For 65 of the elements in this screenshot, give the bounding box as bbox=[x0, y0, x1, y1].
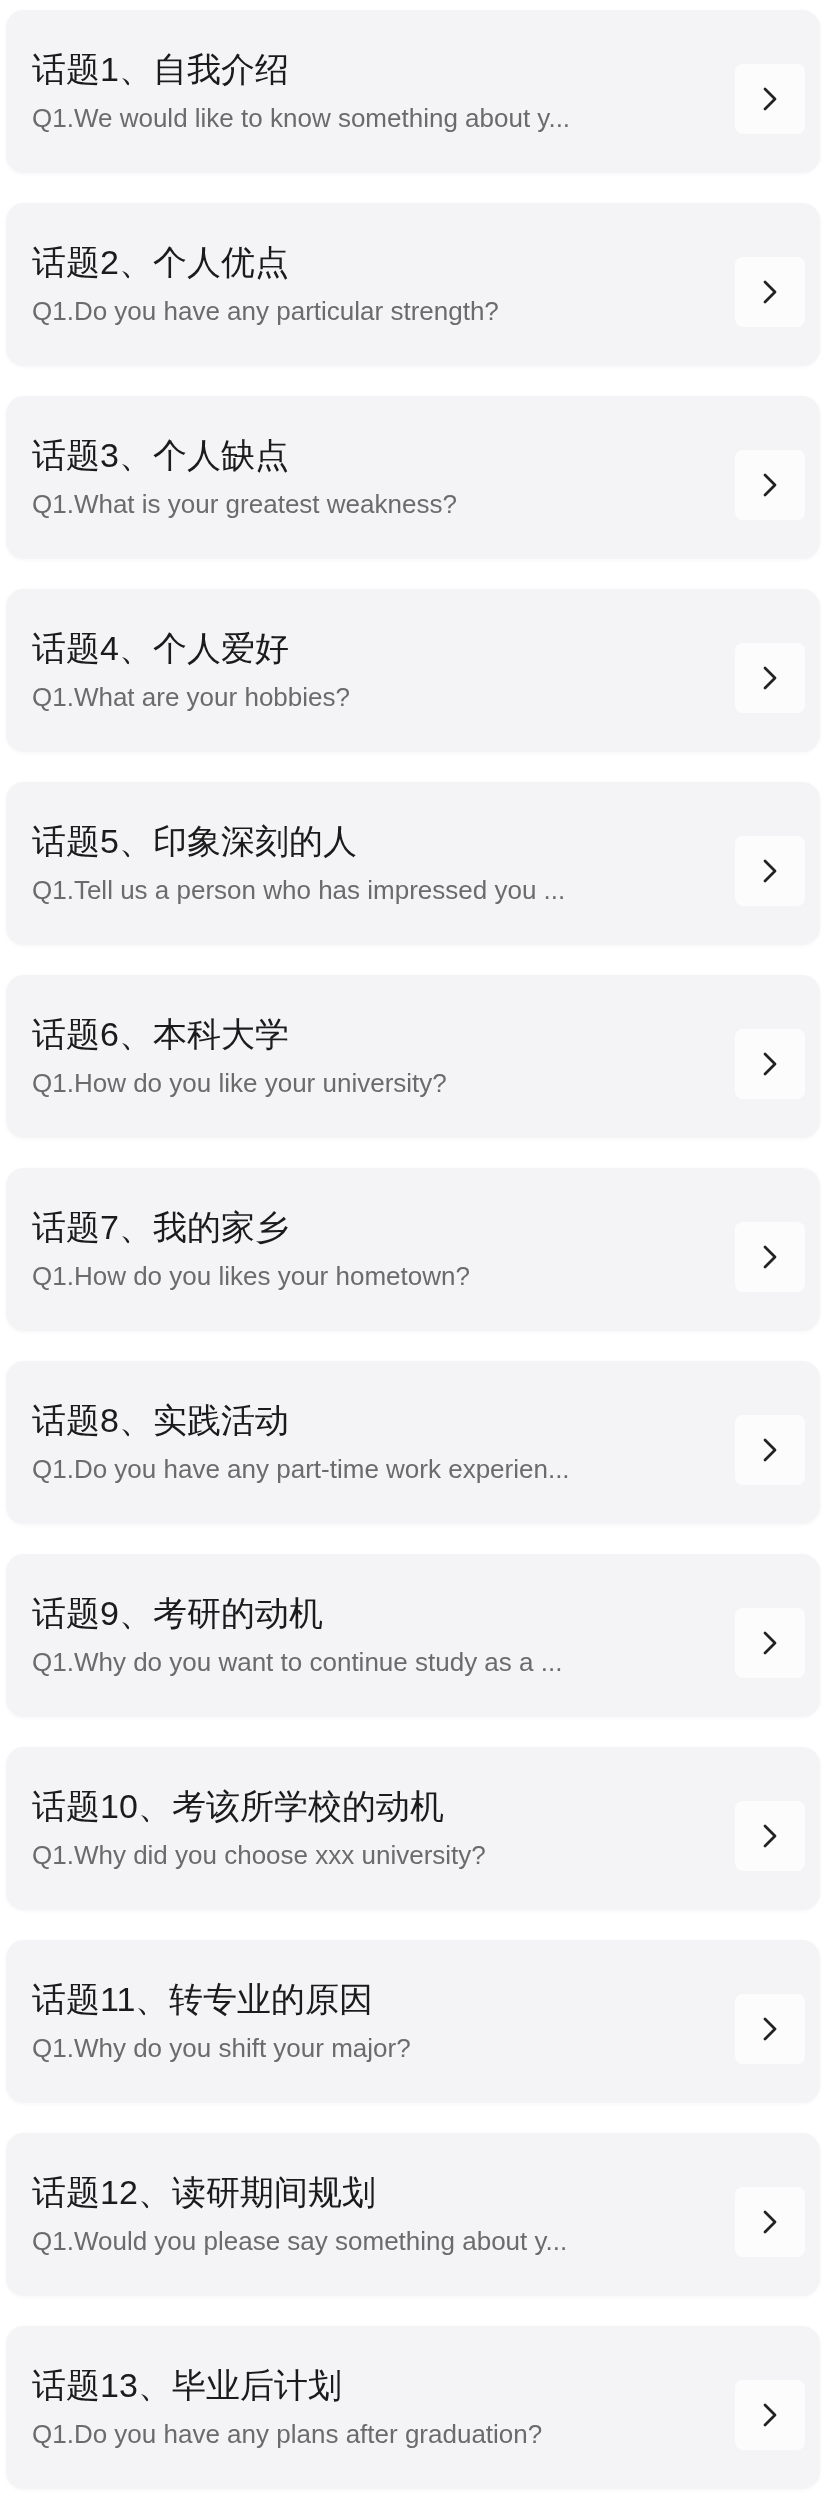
topic-title: 话题13、毕业后计划 bbox=[32, 2365, 343, 2404]
open-topic-button[interactable] bbox=[735, 449, 805, 520]
topic-card[interactable]: 话题2、个人优点 Q1.Do you have any particular strength? bbox=[6, 203, 820, 366]
chevron-right-icon bbox=[763, 1823, 777, 1848]
open-topic-button[interactable] bbox=[735, 1028, 805, 1099]
topic-title: 话题12、读研期间规划 bbox=[32, 2172, 377, 2211]
open-topic-button[interactable] bbox=[735, 256, 805, 327]
topic-question: Q1.What are your hobbies? bbox=[32, 680, 351, 713]
open-topic-button[interactable] bbox=[735, 1414, 805, 1485]
topic-title: 话题4、个人爱好 bbox=[32, 628, 290, 667]
topic-question: Q1.Do you have any particular strength? bbox=[32, 294, 500, 327]
chevron-right-icon bbox=[763, 1437, 777, 1462]
topic-card[interactable]: 话题3、个人缺点 Q1.What is your greatest weakness? bbox=[6, 396, 820, 559]
chevron-right-icon bbox=[763, 858, 777, 883]
chevron-right-icon bbox=[763, 86, 777, 111]
topic-question: Q1.Why do you want to continue study as a ... bbox=[32, 1645, 564, 1678]
topic-question: Q1.We would like to know something about y... bbox=[32, 101, 572, 134]
chevron-right-icon bbox=[763, 1244, 777, 1269]
chevron-right-icon bbox=[763, 472, 777, 497]
topic-title: 话题10、考该所学校的动机 bbox=[32, 1786, 445, 1825]
open-topic-button[interactable] bbox=[735, 1993, 805, 2064]
chevron-right-icon bbox=[763, 2016, 777, 2041]
open-topic-button[interactable] bbox=[735, 1221, 805, 1292]
chevron-right-icon bbox=[763, 665, 777, 690]
topic-title: 话题8、实践活动 bbox=[32, 1400, 290, 1439]
topic-question: Q1.Why did you choose xxx university? bbox=[32, 1838, 487, 1871]
topic-title: 话题9、考研的动机 bbox=[32, 1593, 324, 1632]
topic-title: 话题6、本科大学 bbox=[32, 1014, 290, 1053]
open-topic-button[interactable] bbox=[735, 2186, 805, 2257]
topic-card[interactable]: 话题5、印象深刻的人 Q1.Tell us a person who has impressed you ... bbox=[6, 782, 820, 945]
topic-title: 话题11、转专业的原因 bbox=[32, 1979, 375, 2018]
chevron-right-icon bbox=[763, 2209, 777, 2234]
topic-title: 话题7、我的家乡 bbox=[32, 1207, 290, 1246]
topic-card[interactable]: 话题1、自我介绍 Q1.We would like to know something about y... bbox=[6, 10, 820, 173]
chevron-right-icon bbox=[763, 1051, 777, 1076]
topic-card[interactable]: 话题6、本科大学 Q1.How do you like your university? bbox=[6, 975, 820, 1138]
topic-question: Q1.What is your greatest weakness? bbox=[32, 487, 458, 520]
topic-question: Q1.How do you likes your hometown? bbox=[32, 1259, 471, 1292]
topic-card[interactable]: 话题4、个人爱好 Q1.What are your hobbies? bbox=[6, 589, 820, 752]
topic-question: Q1.How do you like your university? bbox=[32, 1066, 448, 1099]
topic-title: 话题2、个人优点 bbox=[32, 242, 290, 281]
topic-title: 话题1、自我介绍 bbox=[32, 49, 290, 88]
open-topic-button[interactable] bbox=[735, 835, 805, 906]
topic-question: Q1.Do you have any part-time work experien... bbox=[32, 1452, 571, 1485]
topic-card[interactable]: 话题11、转专业的原因 Q1.Why do you shift your major? bbox=[6, 1940, 820, 2103]
topic-title: 话题3、个人缺点 bbox=[32, 435, 290, 474]
topic-question: Q1.Do you have any plans after graduation? bbox=[32, 2417, 544, 2450]
topic-question: Q1.Would you please say something about y... bbox=[32, 2224, 569, 2257]
topic-card[interactable]: 话题10、考该所学校的动机 Q1.Why did you choose xxx university? bbox=[6, 1747, 820, 1910]
open-topic-button[interactable] bbox=[735, 1607, 805, 1678]
chevron-right-icon bbox=[763, 279, 777, 304]
topic-question: Q1.Why do you shift your major? bbox=[32, 2031, 412, 2064]
topic-card[interactable]: 话题7、我的家乡 Q1.How do you likes your hometown? bbox=[6, 1168, 820, 1331]
topic-card[interactable]: 话题9、考研的动机 Q1.Why do you want to continue study as a ... bbox=[6, 1554, 820, 1717]
topic-card[interactable]: 话题13、毕业后计划 Q1.Do you have any plans after graduation? bbox=[6, 2326, 820, 2489]
chevron-right-icon bbox=[763, 1630, 777, 1655]
topic-card[interactable]: 话题12、读研期间规划 Q1.Would you please say something about y... bbox=[6, 2133, 820, 2296]
open-topic-button[interactable] bbox=[735, 2379, 805, 2450]
chevron-right-icon bbox=[763, 2402, 777, 2427]
topic-question: Q1.Tell us a person who has impressed you ... bbox=[32, 873, 567, 906]
open-topic-button[interactable] bbox=[735, 1800, 805, 1871]
open-topic-button[interactable] bbox=[735, 642, 805, 713]
topic-card[interactable]: 话题8、实践活动 Q1.Do you have any part-time work experien... bbox=[6, 1361, 820, 1524]
open-topic-button[interactable] bbox=[735, 63, 805, 134]
topic-title: 话题5、印象深刻的人 bbox=[32, 821, 358, 860]
